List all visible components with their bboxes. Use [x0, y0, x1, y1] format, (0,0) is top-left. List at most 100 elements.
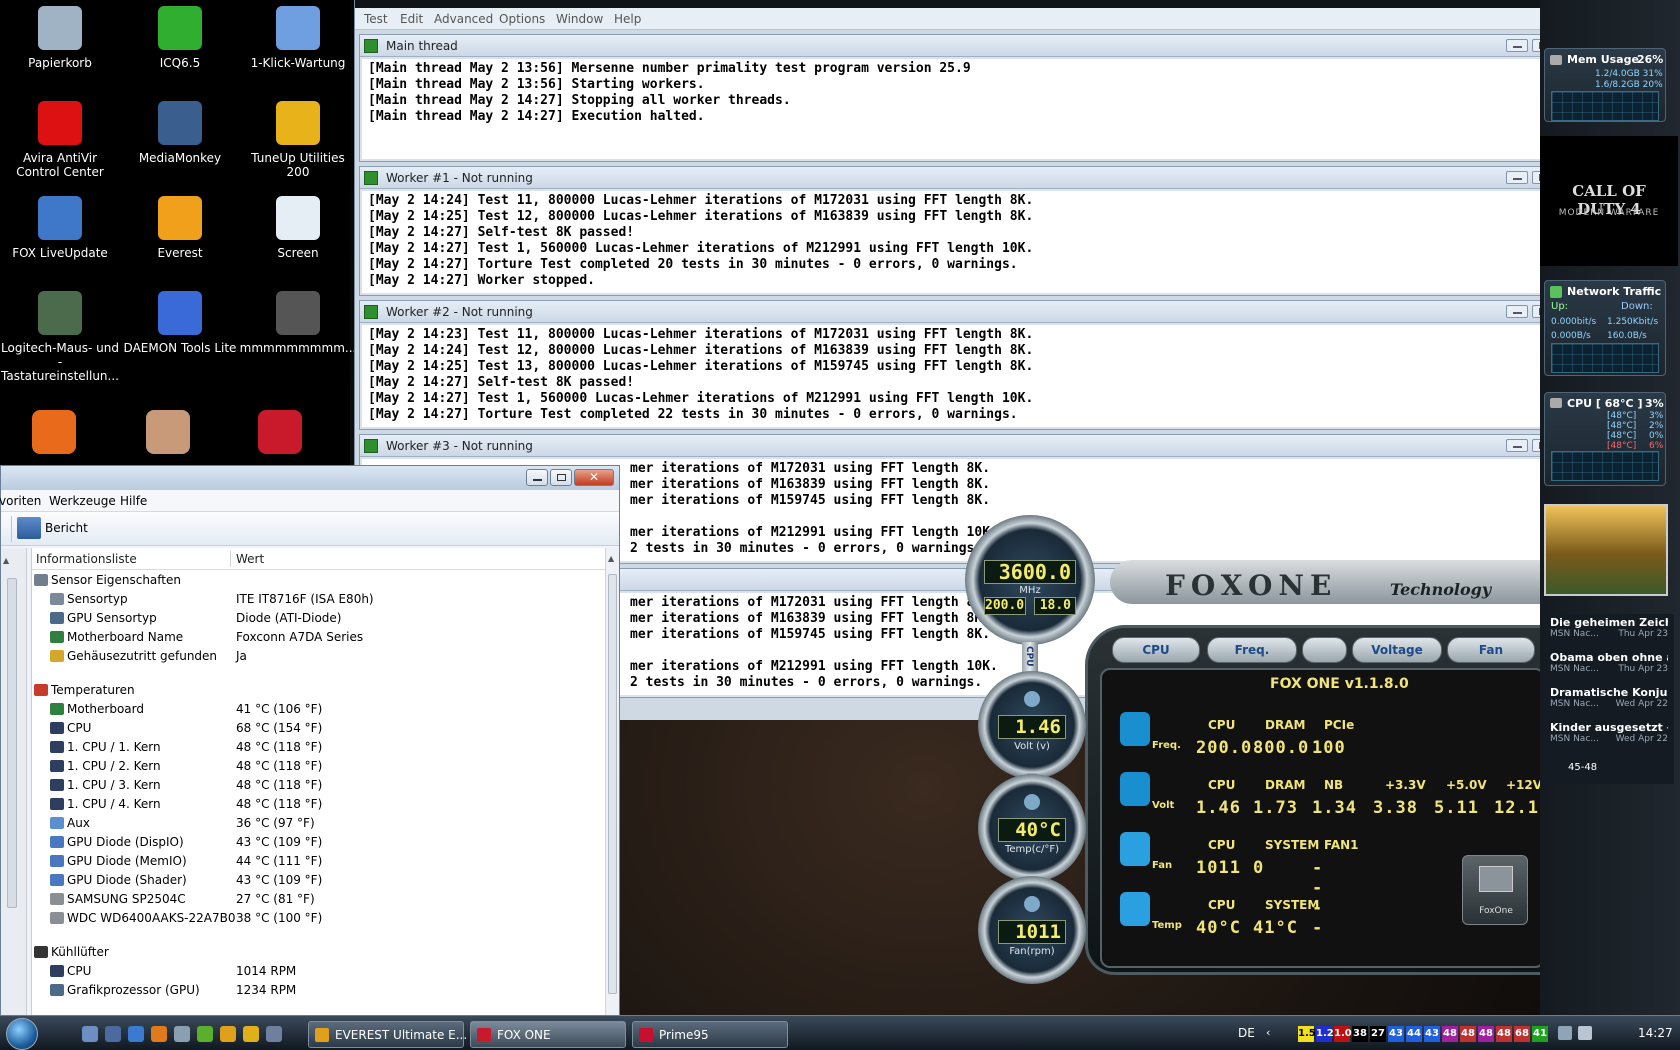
table-row[interactable]: Motherboard 41 °C (106 °F): [32, 700, 572, 719]
firefox-icon[interactable]: [151, 1026, 167, 1042]
tab-freq[interactable]: Freq.: [1207, 637, 1297, 663]
table-row[interactable]: Gehäusezutritt gefunden Ja: [32, 647, 572, 666]
everest-titlebar[interactable]: ✕: [1, 466, 619, 490]
desktop-icon[interactable]: MediaMonkey: [120, 97, 240, 165]
volume-tray-icon[interactable]: [1578, 1026, 1592, 1040]
taskbar-button[interactable]: FOX ONE: [470, 1021, 626, 1048]
foxone-monitor-badge[interactable]: FoxOne: [1462, 855, 1528, 925]
desktop-icon[interactable]: TuneUp Utilities 200: [238, 97, 358, 179]
desktop-icon[interactable]: Screen: [238, 192, 358, 260]
worker-window-caption[interactable]: Worker #2 - Not running: [360, 301, 1592, 323]
tray-sensor-icon[interactable]: 48: [1496, 1026, 1512, 1042]
report-button-label[interactable]: Bericht: [45, 521, 88, 535]
minimize-button[interactable]: [1506, 305, 1528, 318]
menu-test[interactable]: Test: [364, 12, 388, 26]
desktop-icon[interactable]: Avira AntiVir Control Center: [0, 97, 120, 179]
scroll-up-icon[interactable]: ▲: [3, 556, 9, 565]
network-traffic-gadget[interactable]: Network Traffic Up: Down: 0.000bit/s 1.250Kb…: [1544, 280, 1666, 376]
news-pager[interactable]: 45-48: [1568, 762, 1597, 773]
news-item[interactable]: Die geheimen Zeiche...MSN Nac... Thu Apr …: [1550, 616, 1668, 639]
report-icon[interactable]: [17, 517, 41, 539]
menu-edit[interactable]: Edit: [400, 12, 423, 26]
tray-sensor-icon[interactable]: 48: [1478, 1026, 1494, 1042]
tray-sensor-icon[interactable]: 41: [1532, 1026, 1548, 1042]
tray-sensor-icon[interactable]: 44: [1406, 1026, 1422, 1042]
headset-icon[interactable]: [266, 1026, 282, 1042]
list-scrollbar[interactable]: ▲: [605, 548, 619, 1019]
desktop-icon[interactable]: Papierkorb: [0, 2, 120, 70]
mem-usage-gadget[interactable]: Mem Usage 26% 1.2/4.0GB 31% 1.6/8.2GB 20%: [1544, 48, 1666, 122]
desktop-icon[interactable]: ICQ6.5: [120, 2, 240, 70]
column-information[interactable]: Informationsliste: [36, 552, 137, 566]
ie-icon[interactable]: [128, 1026, 144, 1042]
tab-signal[interactable]: [1302, 637, 1347, 663]
table-row[interactable]: GPU Sensortyp Diode (ATI-Diode): [32, 609, 572, 628]
tray-expand-icon[interactable]: ‹: [1266, 1026, 1270, 1039]
mail-icon[interactable]: [174, 1026, 190, 1042]
menu-help[interactable]: Help: [614, 12, 641, 26]
menu-options[interactable]: Options: [499, 12, 545, 26]
table-row[interactable]: 1. CPU / 3. Kern 48 °C (118 °F): [32, 776, 572, 795]
firefox-icon[interactable]: [32, 410, 76, 454]
menu-2[interactable]: Hilfe: [120, 494, 147, 508]
minimize-button[interactable]: [526, 469, 548, 486]
network-tray-icon[interactable]: [1558, 1026, 1572, 1040]
minimize-button[interactable]: [1506, 439, 1528, 452]
tab-fan[interactable]: Fan: [1447, 637, 1535, 663]
everest-icon[interactable]: [243, 1026, 259, 1042]
table-row[interactable]: Sensortyp ITE IT8716F (ISA E80h): [32, 590, 572, 609]
tray-sensor-icon[interactable]: 68: [1514, 1026, 1530, 1042]
icq-icon[interactable]: [197, 1026, 213, 1042]
tray-sensor-icon[interactable]: 27: [1370, 1026, 1386, 1042]
minimize-button[interactable]: [1506, 171, 1528, 184]
menu-1[interactable]: Werkzeuge: [49, 494, 116, 508]
table-row[interactable]: GPU Diode (DispIO) 43 °C (109 °F): [32, 833, 572, 852]
language-indicator[interactable]: DE: [1238, 1026, 1255, 1040]
table-row[interactable]: WDC WD6400AAKS-22A7B0 38 °C (100 °F): [32, 909, 572, 928]
photo-icon[interactable]: [146, 410, 190, 454]
call-of-duty-gadget[interactable]: CALL OF DUTY 4 MODERN WARFARE: [1540, 136, 1678, 266]
desktop-icon[interactable]: FOX LiveUpdate: [0, 192, 120, 260]
close-button[interactable]: ✕: [574, 469, 614, 486]
tray-sensor-icon[interactable]: 43: [1424, 1026, 1440, 1042]
tab-cpu[interactable]: CPU: [1112, 637, 1200, 663]
cpu-gadget[interactable]: CPU [ 68°C ] 3% [48°C] 3% [48°C] 2% [48°C] 0% [4…: [1544, 392, 1666, 486]
tray-sensor-icon[interactable]: 48: [1460, 1026, 1476, 1042]
worker-window-caption[interactable]: Worker #3 - Not running: [360, 435, 1592, 457]
table-row[interactable]: CPU 68 °C (154 °F): [32, 719, 572, 738]
taskbar-button[interactable]: EVEREST Ultimate E...: [308, 1021, 467, 1048]
desktop-icon[interactable]: DAEMON Tools Lite: [120, 287, 240, 355]
desktop-icon[interactable]: Everest: [120, 192, 240, 260]
show-desktop-icon[interactable]: [82, 1026, 98, 1042]
tray-sensor-icon[interactable]: 48: [1442, 1026, 1458, 1042]
desktop-icon[interactable]: Logitech-Maus- und -Tastatureinstellun..…: [0, 287, 120, 383]
switch-windows-icon[interactable]: [105, 1026, 121, 1042]
scrollbar-thumb[interactable]: [608, 574, 617, 994]
scroll-up-icon[interactable]: ▲: [608, 554, 614, 563]
tray-sensor-icon[interactable]: 1.5: [1298, 1026, 1316, 1042]
tray-sensor-icon[interactable]: 1.2: [1316, 1026, 1334, 1042]
tree-pane-scrollbar[interactable]: ▲: [1, 548, 27, 1019]
worker-window-caption[interactable]: Worker #1 - Not running: [360, 167, 1592, 189]
table-row[interactable]: GPU Diode (MemIO) 44 °C (111 °F): [32, 852, 572, 871]
minimize-button[interactable]: [1506, 39, 1528, 52]
clock[interactable]: 14:27: [1638, 1026, 1673, 1040]
table-row[interactable]: Motherboard Name Foxconn A7DA Series: [32, 628, 572, 647]
tray-sensor-icon[interactable]: 1.0: [1334, 1026, 1352, 1042]
taskbar-button[interactable]: Prime95: [632, 1021, 788, 1048]
worker-window-caption[interactable]: Main thread: [360, 35, 1592, 57]
start-button[interactable]: [6, 1018, 38, 1050]
tray-sensor-icon[interactable]: 38: [1352, 1026, 1368, 1042]
table-row[interactable]: CPU 1014 RPM: [32, 962, 572, 981]
table-row[interactable]: Grafikprozessor (GPU) 1234 RPM: [32, 981, 572, 1000]
news-item[interactable]: Kinder ausgesetzt – ...MSN Nac... Wed Apr…: [1550, 721, 1668, 744]
security-icon[interactable]: [258, 410, 302, 454]
table-row[interactable]: Aux 36 °C (97 °F): [32, 814, 572, 833]
news-gadget[interactable]: Die geheimen Zeiche...MSN Nac...Thu Apr …: [1544, 614, 1674, 784]
tray-sensor-icon[interactable]: 43: [1388, 1026, 1404, 1042]
slideshow-photo[interactable]: [1544, 504, 1668, 596]
table-row[interactable]: SAMSUNG SP2504C 27 °C (81 °F): [32, 890, 572, 909]
desktop-icon[interactable]: 1-Klick-Wartung: [238, 2, 358, 70]
tuneup-icon[interactable]: [220, 1026, 236, 1042]
tab-voltage[interactable]: Voltage: [1352, 637, 1442, 663]
